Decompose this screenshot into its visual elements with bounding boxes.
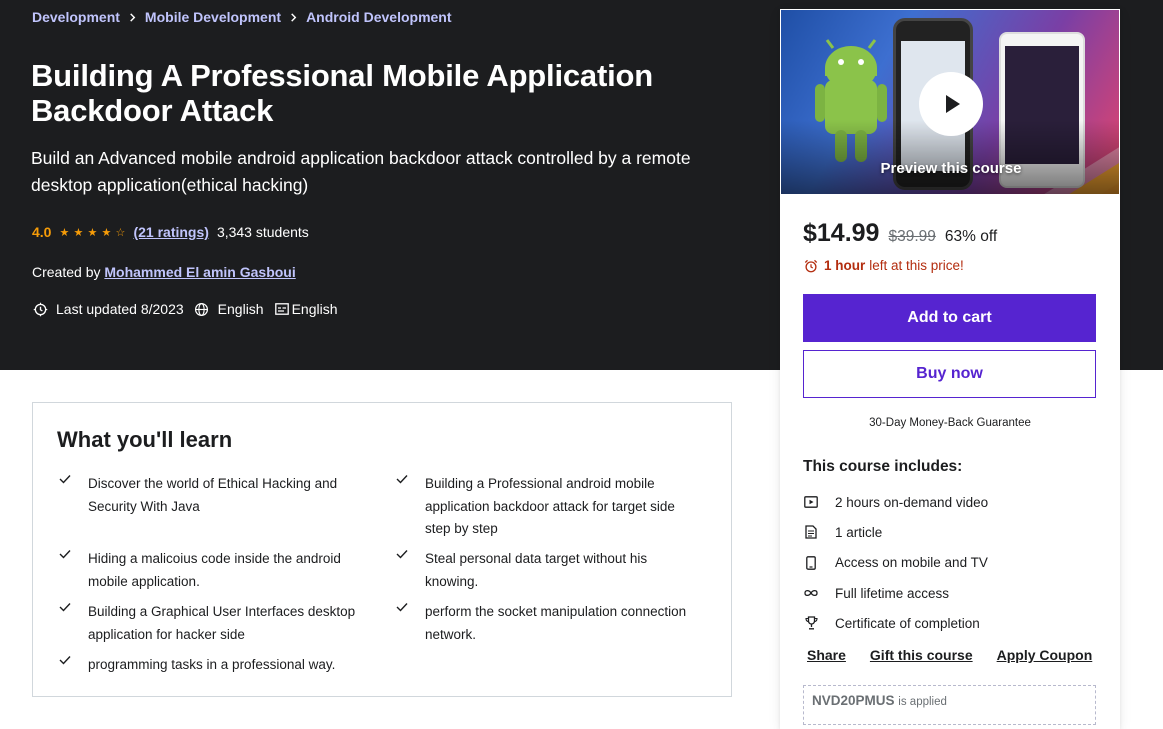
list-item: Steal personal data target without his k… (394, 548, 694, 593)
star-rating: ★ ★ ★ ★ ☆ (57, 226, 127, 239)
check-icon (394, 473, 410, 541)
course-captions: English (291, 301, 338, 317)
learn-item-text: Hiding a malicoius code inside the andro… (88, 551, 341, 589)
check-icon (57, 548, 73, 593)
list-item: Certificate of completion (803, 608, 1103, 638)
include-label: Certificate of completion (835, 615, 980, 631)
captions-icon (274, 301, 290, 317)
add-to-cart-button[interactable]: Add to cart (803, 294, 1096, 342)
learn-item-text: Discover the world of Ethical Hacking an… (88, 476, 338, 514)
include-label: Full lifetime access (835, 585, 950, 601)
original-price: $39.99 (888, 228, 936, 245)
apply-coupon-link[interactable]: Apply Coupon (997, 647, 1093, 663)
coupon-code: NVD20PMUS (812, 693, 895, 708)
rating-value: 4.0 (32, 224, 52, 240)
alarm-clock-icon (804, 259, 818, 273)
learn-item-text: Building a Graphical User Interfaces des… (88, 604, 356, 642)
learn-item-text: Building a Professional android mobile a… (425, 476, 675, 536)
course-title: Building A Professional Mobile Applicati… (31, 58, 653, 128)
course-meta: Last updated 8/2023 English English (32, 301, 348, 317)
infinity-icon (803, 585, 819, 601)
check-icon (57, 601, 73, 646)
share-link[interactable]: Share (807, 647, 846, 663)
list-item: programming tasks in a professional way. (57, 654, 377, 677)
learn-title: What you'll learn (57, 427, 233, 452)
price-row: $14.99 $39.99 63% off (803, 219, 997, 248)
check-icon (394, 601, 410, 646)
update-badge-icon (32, 301, 48, 317)
course-subtitle: Build an Advanced mobile android applica… (31, 148, 691, 195)
article-icon (803, 524, 819, 540)
created-by-label: Created by (32, 264, 101, 280)
purchase-card: Preview this course $14.99 $39.99 63% of… (780, 9, 1120, 729)
learn-item-text: perform the socket manipulation connecti… (425, 604, 687, 642)
list-item: Discover the world of Ethical Hacking an… (57, 473, 357, 518)
list-item: 1 article (803, 517, 1103, 547)
learn-item-text: programming tasks in a professional way. (88, 657, 336, 672)
star-filled-icon: ★ (59, 226, 70, 239)
ratings-count-link[interactable]: (21 ratings) (133, 224, 208, 240)
include-label: 2 hours on-demand video (835, 494, 989, 510)
trophy-icon (803, 615, 819, 631)
check-icon (394, 548, 410, 593)
breadcrumb-development[interactable]: Development (32, 9, 120, 25)
chevron-right-icon (281, 10, 306, 25)
breadcrumb-mobile-development[interactable]: Mobile Development (145, 9, 281, 25)
star-empty-icon: ☆ (115, 226, 126, 239)
card-actions: Share Gift this course Apply Coupon (807, 647, 1116, 663)
current-price: $14.99 (803, 219, 880, 247)
star-filled-icon: ★ (73, 226, 84, 239)
buy-now-button[interactable]: Buy now (803, 350, 1096, 398)
course-language: English (217, 301, 264, 317)
students-count: 3,343 students (216, 224, 309, 240)
mobile-icon (803, 555, 819, 571)
star-filled-icon: ★ (101, 226, 112, 239)
check-icon (57, 473, 73, 518)
video-icon (803, 494, 819, 510)
chevron-right-icon (120, 10, 145, 25)
price-timer: 1 hour left at this price! (804, 258, 964, 273)
discount-percent: 63% off (944, 228, 998, 245)
check-icon (57, 654, 73, 677)
includes-list: 2 hours on-demand video 1 article Access… (803, 487, 1103, 638)
course-preview[interactable]: Preview this course (780, 9, 1120, 195)
globe-icon (194, 301, 210, 317)
includes-title: This course includes: (803, 458, 963, 475)
money-back-guarantee: 30-Day Money-Back Guarantee (869, 417, 1031, 429)
timer-text: left at this price! (869, 258, 964, 273)
list-item: 2 hours on-demand video (803, 487, 1103, 517)
timer-remaining: 1 hour (824, 258, 866, 273)
preview-label[interactable]: Preview this course (781, 160, 1119, 177)
rating-row: 4.0 ★ ★ ★ ★ ☆ (21 ratings) 3,343 students (32, 224, 309, 240)
list-item: perform the socket manipulation connecti… (394, 601, 694, 646)
list-item: Building a Professional android mobile a… (394, 473, 694, 541)
breadcrumb-android-development[interactable]: Android Development (306, 9, 451, 25)
what-you-will-learn: What you'll learn Discover the world of … (32, 402, 732, 697)
include-label: 1 article (835, 524, 883, 540)
list-item: Full lifetime access (803, 578, 1103, 608)
include-label: Access on mobile and TV (835, 555, 988, 571)
applied-coupon: NVD20PMUS is applied (803, 685, 1096, 725)
list-item: Access on mobile and TV (803, 548, 1103, 578)
created-by: Created by Mohammed El amin Gasboui (32, 264, 296, 280)
star-filled-icon: ★ (87, 226, 98, 239)
coupon-status: is applied (898, 696, 947, 708)
play-icon[interactable] (919, 72, 983, 136)
list-item: Building a Graphical User Interfaces des… (57, 601, 357, 646)
breadcrumb: Development Mobile Development Android D… (32, 9, 452, 25)
learn-item-text: Steal personal data target without his k… (425, 551, 648, 589)
list-item: Hiding a malicoius code inside the andro… (57, 548, 357, 593)
gift-course-link[interactable]: Gift this course (870, 647, 973, 663)
instructor-link[interactable]: Mohammed El amin Gasboui (104, 264, 295, 280)
last-updated: Last updated 8/2023 (56, 301, 184, 317)
